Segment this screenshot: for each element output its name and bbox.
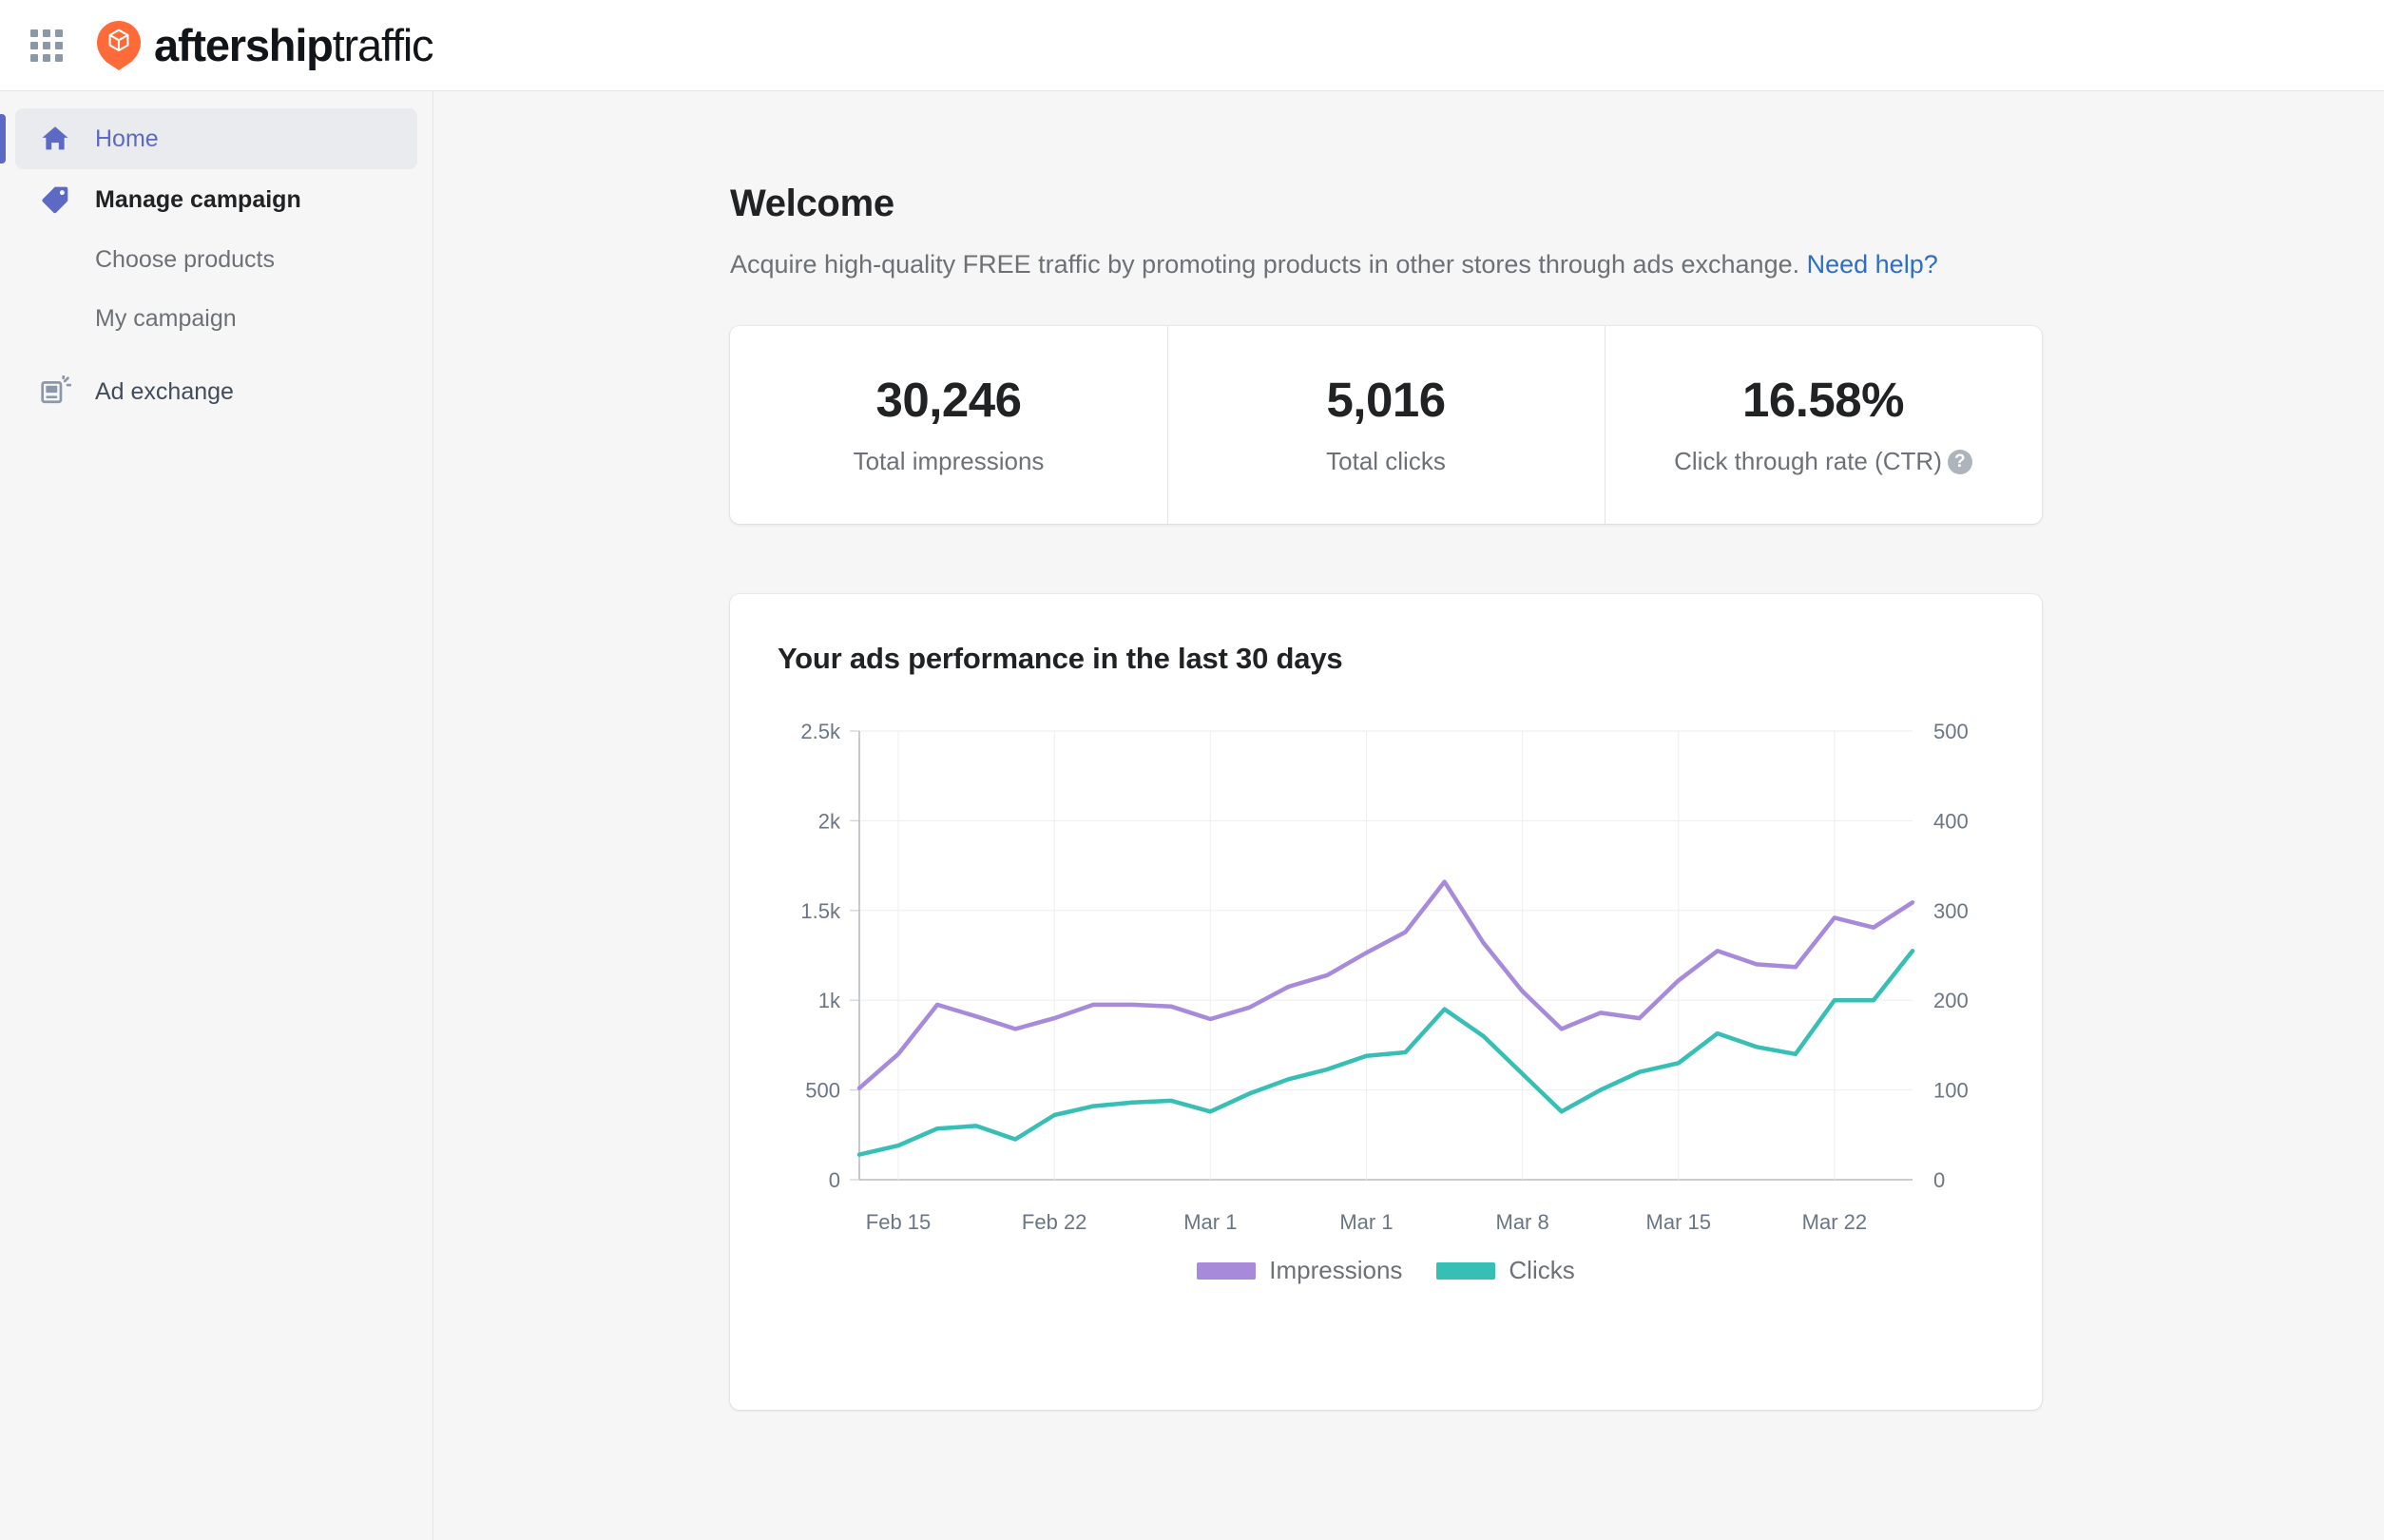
stat-value: 30,246 [875, 373, 1023, 428]
top-bar: aftershiptraffic [0, 0, 2384, 91]
home-icon [36, 123, 74, 155]
performance-line-chart: 0 0 500 100 1k 200 1.5k 300 2k 400 2.5k 500 Feb 15 Fe… [778, 718, 1994, 1250]
page-description-text: Acquire high-quality FREE traffic by pro… [730, 250, 1807, 279]
aftership-logo-icon [97, 20, 141, 70]
chart-svg: 0 0 500 100 1k 200 1.5k 300 2k 400 2.5k 500 Feb 15 Fe… [800, 720, 1969, 1234]
svg-text:Mar 1: Mar 1 [1339, 1210, 1393, 1234]
svg-text:Feb 22: Feb 22 [1022, 1210, 1087, 1234]
legend-swatch-clicks [1436, 1261, 1496, 1280]
svg-text:Mar 8: Mar 8 [1496, 1210, 1549, 1234]
svg-text:1k: 1k [818, 990, 841, 1013]
svg-text:Mar 15: Mar 15 [1646, 1210, 1711, 1234]
svg-text:200: 200 [1933, 990, 1969, 1013]
stat-card-total-impressions: 30,246 Total impressions [730, 326, 1167, 524]
svg-text:300: 300 [1933, 899, 1969, 923]
svg-text:Feb 15: Feb 15 [866, 1210, 932, 1234]
svg-text:Mar 22: Mar 22 [1802, 1210, 1867, 1234]
sidebar-item-manage-campaign-label: Manage campaign [95, 185, 301, 213]
legend-label-clicks: Clicks [1509, 1256, 1575, 1285]
svg-text:1.5k: 1.5k [800, 899, 841, 923]
stat-label: Click through rate (CTR) ? [1614, 447, 2032, 476]
body: Home Manage campaign Choose products My … [0, 91, 2384, 1540]
stat-card-click-through-rate: 16.58% Click through rate (CTR) ? [1605, 326, 2042, 525]
svg-text:2k: 2k [818, 810, 841, 834]
legend-swatch-impressions [1197, 1261, 1257, 1280]
legend-item-clicks[interactable]: Clicks [1436, 1256, 1575, 1285]
svg-text:2.5k: 2.5k [800, 720, 841, 743]
stats-row: 30,246 Total impressions 5,016 Total cli… [730, 326, 2042, 525]
svg-text:500: 500 [805, 1079, 840, 1103]
chart-legend: Impressions Clicks [778, 1256, 1994, 1285]
legend-item-impressions[interactable]: Impressions [1197, 1256, 1402, 1285]
sidebar-item-my-campaign-label: My campaign [95, 304, 237, 332]
svg-text:0: 0 [829, 1168, 840, 1192]
need-help-link[interactable]: Need help? [1807, 250, 1938, 279]
stat-label-text: Total clicks [1326, 447, 1446, 476]
sidebar-item-my-campaign[interactable]: My campaign [15, 289, 417, 348]
stat-label-text: Total impressions [853, 447, 1045, 476]
sidebar: Home Manage campaign Choose products My … [0, 91, 433, 1540]
stat-label: Total clicks [1177, 447, 1595, 476]
svg-text:0: 0 [1933, 1168, 1945, 1192]
tag-icon [36, 183, 74, 216]
sidebar-item-home[interactable]: Home [0, 108, 417, 169]
app-root: aftershiptraffic Home Manage campaign Ch… [0, 0, 2384, 1540]
sidebar-item-manage-campaign[interactable]: Manage campaign [15, 169, 417, 230]
grid-apps-icon[interactable] [30, 29, 63, 62]
brand-name-bold: aftership [154, 20, 334, 70]
chart-title: Your ads performance in the last 30 days [778, 642, 1343, 676]
sidebar-item-choose-products-label: Choose products [95, 245, 276, 273]
stat-label-text: Click through rate (CTR) [1674, 447, 1942, 476]
svg-text:Mar 1: Mar 1 [1183, 1210, 1237, 1234]
ad-exchange-icon [36, 375, 74, 408]
brand[interactable]: aftershiptraffic [97, 20, 434, 70]
sidebar-item-ad-exchange-label: Ad exchange [95, 377, 234, 405]
main-content: Welcome Acquire high-quality FREE traffi… [433, 91, 2384, 1540]
chart-card: Your ads performance in the last 30 days… [730, 594, 2042, 1411]
sidebar-item-ad-exchange[interactable]: Ad exchange [15, 361, 417, 422]
stat-card-total-clicks: 5,016 Total clicks [1167, 326, 1605, 525]
svg-text:400: 400 [1933, 810, 1969, 834]
sidebar-item-home-label: Home [95, 125, 159, 152]
stat-value: 5,016 [1326, 373, 1446, 428]
legend-label-impressions: Impressions [1269, 1256, 1403, 1285]
brand-title: aftershiptraffic [154, 20, 434, 70]
svg-text:100: 100 [1933, 1079, 1969, 1103]
sidebar-item-choose-products[interactable]: Choose products [15, 230, 417, 289]
stat-label: Total impressions [740, 447, 1158, 476]
page-description: Acquire high-quality FREE traffic by pro… [730, 246, 2023, 282]
stat-value: 16.58% [1742, 373, 1904, 428]
brand-name-light: traffic [332, 20, 434, 70]
help-icon[interactable]: ? [1947, 449, 1972, 474]
page-title: Welcome [730, 183, 894, 224]
svg-text:500: 500 [1933, 720, 1969, 743]
